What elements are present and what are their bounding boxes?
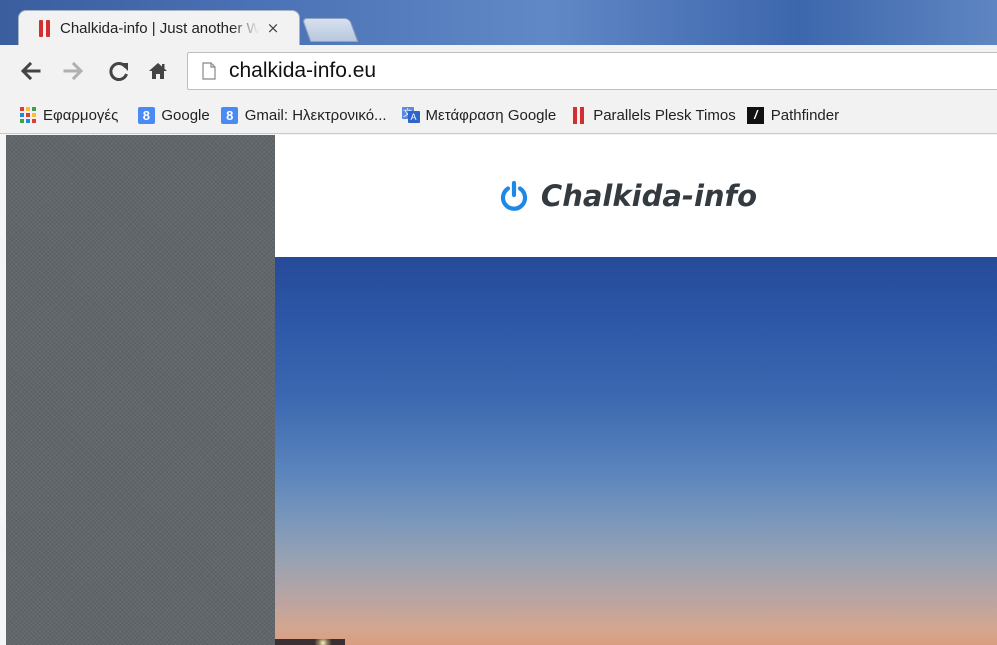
bookmark-gmail[interactable]: 8 Gmail: Ηλεκτρονικό...: [221, 102, 394, 128]
forward-arrow-icon[interactable]: [61, 58, 87, 84]
tab-strip: Chalkida-info | Just another WordPress s…: [0, 0, 997, 45]
google-icon: 8: [137, 106, 155, 124]
tab-title: Chalkida-info | Just another WordPress s…: [60, 19, 259, 37]
tab-active[interactable]: Chalkida-info | Just another WordPress s…: [18, 10, 300, 45]
bookmark-plesk[interactable]: Parallels Plesk Timos: [569, 102, 743, 128]
site-header: Chalkida-info: [275, 135, 997, 257]
site-title: Chalkida-info: [540, 179, 758, 213]
parallels-bars-icon: [39, 19, 50, 37]
page-icon: [201, 61, 217, 81]
bookmark-label: Parallels Plesk Timos: [593, 106, 736, 124]
bookmark-label: Pathfinder: [770, 106, 840, 124]
page-content: Chalkida-info: [0, 135, 997, 645]
hero-image: [275, 257, 997, 645]
bookmark-apps[interactable]: Εφαρμογές: [19, 102, 125, 128]
new-tab-icon[interactable]: [301, 18, 359, 42]
hero-light: [315, 639, 331, 645]
hero-silhouette: [275, 639, 345, 645]
reload-icon[interactable]: [106, 58, 132, 84]
toolbar: chalkida-info.eu: [0, 45, 997, 97]
close-icon[interactable]: ×: [265, 19, 281, 37]
apps-grid-icon: [19, 106, 37, 124]
browser-window: Chalkida-info | Just another WordPress s…: [0, 0, 997, 645]
google-icon: 8: [221, 106, 239, 124]
pathfinder-icon: /: [747, 106, 765, 124]
back-arrow-icon[interactable]: [17, 58, 43, 84]
bookmarks-bar: Εφαρμογές 8 Google 8 Gmail: Ηλεκτρονικό.…: [0, 97, 997, 134]
sidebar-background: [6, 135, 275, 645]
translate-icon: 文A: [401, 106, 420, 124]
bookmark-label: Μετάφραση Google: [425, 106, 557, 124]
power-icon: [500, 180, 528, 211]
address-bar[interactable]: chalkida-info.eu: [187, 52, 997, 90]
bookmark-label: Gmail: Ηλεκτρονικό...: [244, 106, 387, 124]
home-icon[interactable]: [145, 58, 171, 84]
bookmark-google[interactable]: 8 Google: [137, 102, 216, 128]
parallels-bars-icon: [569, 106, 587, 124]
site-logo-link[interactable]: Chalkida-info: [499, 179, 757, 213]
bookmark-label: Εφαρμογές: [43, 106, 119, 124]
url-text[interactable]: chalkida-info.eu: [229, 59, 376, 83]
bookmark-translate[interactable]: 文A Μετάφραση Google: [401, 102, 564, 128]
bookmark-pathfinder[interactable]: / Pathfinder: [747, 102, 846, 128]
bookmark-label: Google: [161, 106, 210, 124]
